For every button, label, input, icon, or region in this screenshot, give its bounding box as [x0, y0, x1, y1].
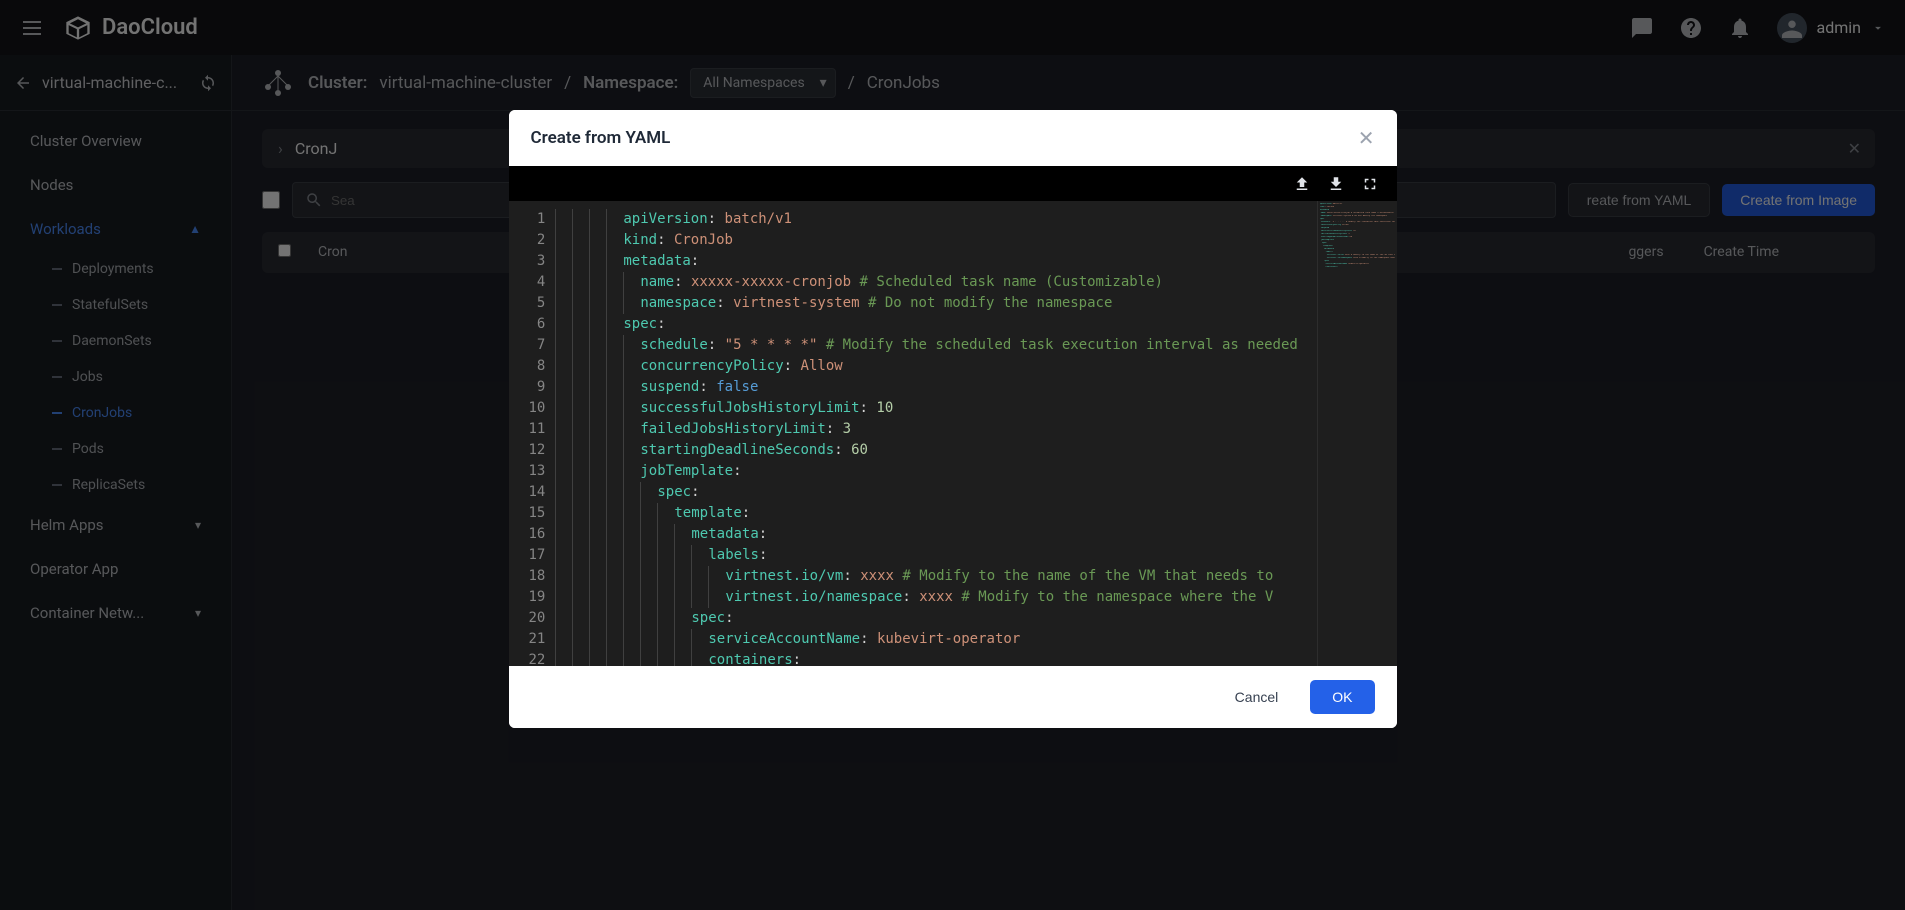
modal-overlay: Create from YAML ✕ 123456789101112131415… — [0, 0, 1905, 910]
code-editor[interactable]: 12345678910111213141516171819202122 apiV… — [509, 201, 1397, 666]
upload-icon[interactable] — [1293, 175, 1311, 193]
line-numbers: 12345678910111213141516171819202122 — [509, 201, 556, 666]
download-icon[interactable] — [1327, 175, 1345, 193]
modal-close-icon[interactable]: ✕ — [1358, 126, 1375, 150]
minimap[interactable]: apiVersion batch/v1kind CronJobmetadata … — [1317, 201, 1397, 666]
editor-toolbar — [509, 166, 1397, 201]
fullscreen-icon[interactable] — [1361, 175, 1379, 193]
modal-title: Create from YAML — [531, 128, 671, 148]
code-content[interactable]: apiVersion: batch/v1kind: CronJobmetadat… — [555, 201, 1396, 666]
modal-header: Create from YAML ✕ — [509, 110, 1397, 166]
ok-button[interactable]: OK — [1310, 680, 1374, 714]
cancel-button[interactable]: Cancel — [1217, 680, 1297, 714]
yaml-modal: Create from YAML ✕ 123456789101112131415… — [509, 110, 1397, 728]
modal-footer: Cancel OK — [509, 666, 1397, 728]
